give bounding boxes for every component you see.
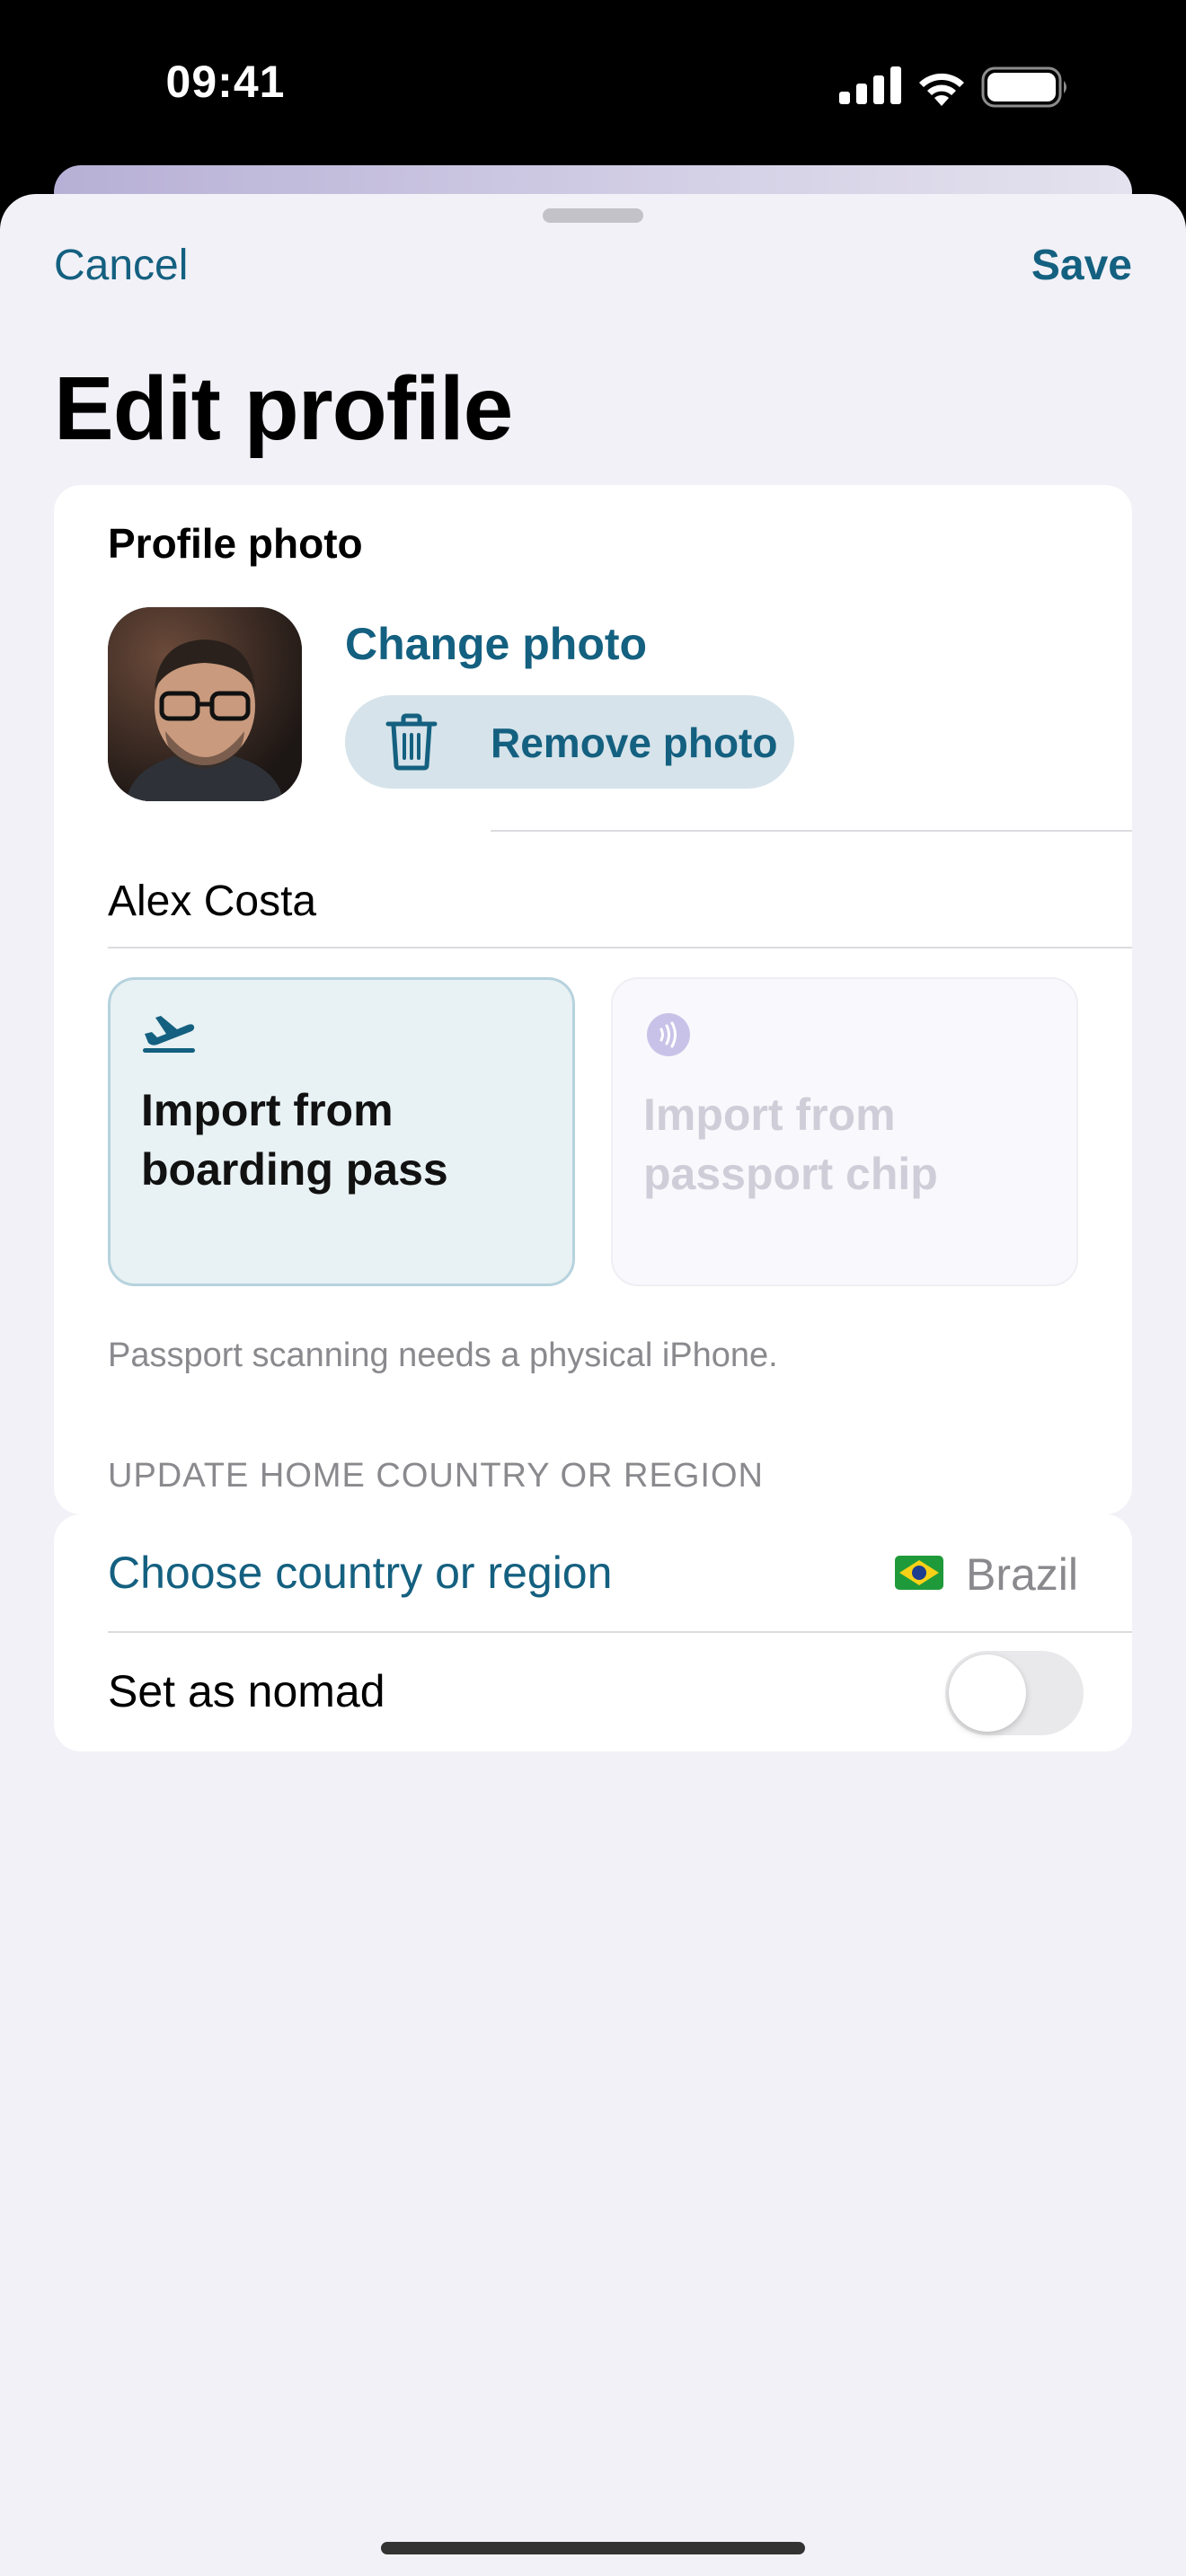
choose-country-button[interactable]: Choose country or region xyxy=(108,1547,612,1599)
toggle-knob xyxy=(949,1654,1026,1732)
divider xyxy=(108,947,1132,948)
cancel-button[interactable]: Cancel xyxy=(54,241,188,290)
avatar-photo xyxy=(108,607,302,801)
remove-photo-label: Remove photo xyxy=(491,719,778,766)
divider xyxy=(491,830,1132,832)
airplane-departure-icon xyxy=(143,1016,195,1053)
passport-scan-footnote: Passport scanning needs a physical iPhon… xyxy=(108,1337,778,1374)
cellular-signal-icon xyxy=(839,66,901,104)
set-as-nomad-toggle[interactable] xyxy=(945,1651,1084,1735)
divider xyxy=(108,1631,1132,1633)
selected-country-value: Brazil xyxy=(965,1549,1078,1600)
battery-icon xyxy=(981,66,1067,108)
import-passport-chip-button: Import from passport chip xyxy=(611,977,1078,1286)
save-button[interactable]: Save xyxy=(1031,241,1132,290)
brazil-flag-icon xyxy=(895,1556,943,1590)
set-as-nomad-label: Set as nomad xyxy=(108,1666,385,1716)
profile-photo-heading: Profile photo xyxy=(108,520,363,567)
status-time: 09:41 xyxy=(165,57,286,107)
trash-icon xyxy=(385,713,438,771)
import-passport-chip-label: Import from passport chip xyxy=(643,1090,938,1199)
home-indicator xyxy=(381,2542,805,2554)
page-title: Edit profile xyxy=(54,358,513,459)
sheet-grabber[interactable] xyxy=(543,208,643,223)
nfc-icon xyxy=(647,1013,690,1056)
change-photo-button[interactable]: Change photo xyxy=(345,618,647,670)
edit-profile-sheet: Cancel Save Edit profile Profile photo C… xyxy=(0,194,1186,2576)
wifi-icon xyxy=(919,73,964,106)
import-boarding-pass-button[interactable]: Import from boarding pass xyxy=(108,977,575,1286)
import-boarding-pass-label: Import from boarding pass xyxy=(141,1085,448,1195)
avatar[interactable] xyxy=(108,607,302,801)
home-country-card: Choose country or region Brazil Set as n… xyxy=(54,1514,1132,1751)
remove-photo-button[interactable]: Remove photo xyxy=(345,695,794,789)
home-country-section-header: UPDATE HOME COUNTRY OR REGION xyxy=(108,1457,764,1495)
name-field[interactable] xyxy=(108,869,1078,932)
